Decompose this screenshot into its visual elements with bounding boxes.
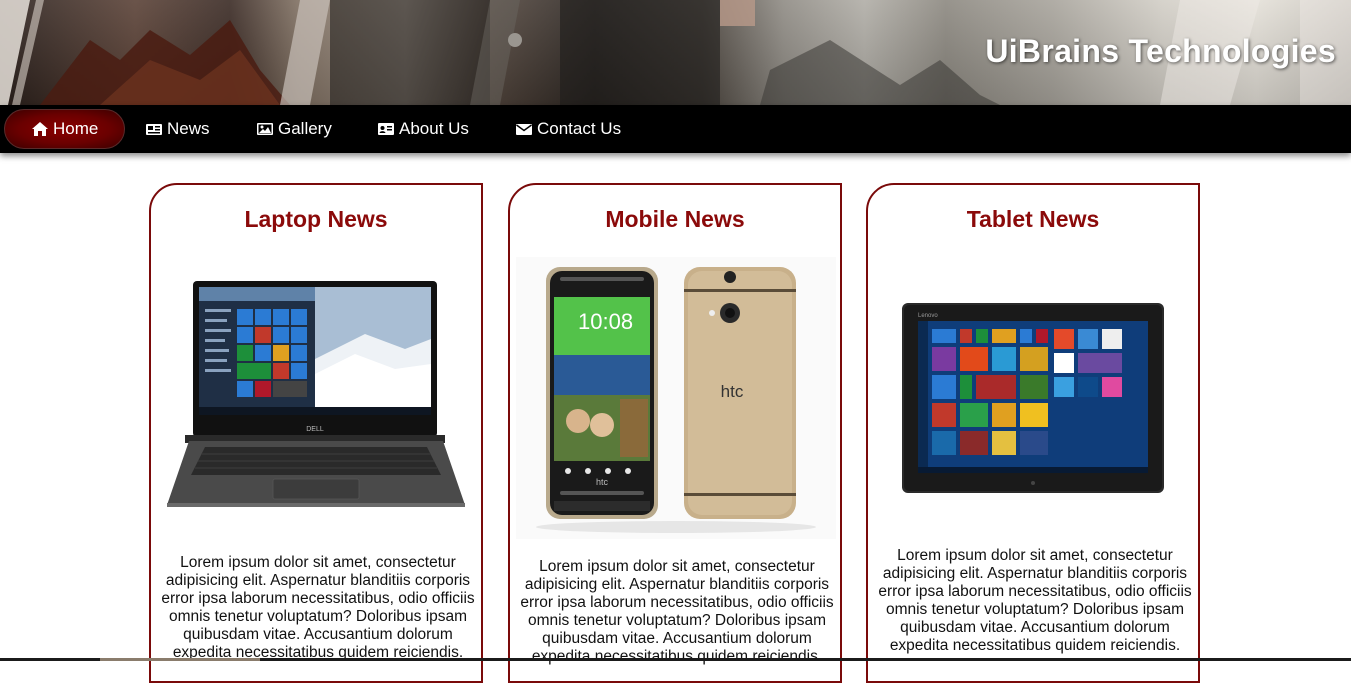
nav-item-label: Contact Us: [537, 119, 622, 138]
phone-brand-logo: htc: [721, 382, 744, 401]
site-title: UiBrains Technologies: [985, 33, 1336, 69]
laptop-image: DELL: [165, 279, 467, 509]
nav-item-label: News: [167, 119, 210, 138]
nav-item-label: Home: [53, 119, 99, 138]
nav-item-about-us[interactable]: About Us: [377, 109, 469, 149]
card-title: Laptop News: [244, 206, 388, 232]
main-navbar: Home News Gallery About Us Contact Us: [0, 105, 1351, 153]
image-icon: [256, 121, 274, 137]
home-icon: [31, 121, 49, 137]
phone-clock-text: 10:08: [578, 309, 633, 334]
nav-item-home[interactable]: Home: [4, 109, 126, 149]
phone-image: 10:08 htc htc: [516, 257, 836, 539]
news-card-laptop: Laptop News DELL Lorem ipsum dolor sit a…: [149, 183, 483, 683]
card-description: Lorem ipsum dolor sit amet, consectetur …: [161, 554, 475, 661]
nav-item-contact-us[interactable]: Contact Us: [515, 109, 621, 149]
header-banner: UiBrains Technologies: [0, 0, 1351, 105]
id-card-icon: [377, 121, 395, 137]
card-title: Tablet News: [966, 206, 1100, 232]
nav-item-label: Gallery: [278, 119, 332, 138]
card-description: Lorem ipsum dolor sit amet, consectetur …: [520, 558, 834, 665]
newspaper-icon: [145, 121, 163, 137]
card-description: Lorem ipsum dolor sit amet, consectetur …: [878, 547, 1192, 654]
laptop-brand-logo: DELL: [306, 426, 324, 433]
news-card-tablet: Tablet News Lenovo Lorem ipsum dolor sit…: [866, 183, 1200, 683]
envelope-icon: [515, 121, 533, 137]
news-card-mobile: Mobile News 10:08 htc htc Lorem ipsum do…: [508, 183, 842, 683]
nav-item-news[interactable]: News: [145, 109, 210, 149]
svg-text:htc: htc: [596, 477, 609, 487]
card-title: Mobile News: [605, 206, 745, 232]
nav-item-gallery[interactable]: Gallery: [256, 109, 332, 149]
tablet-brand-logo: Lenovo: [918, 313, 938, 319]
tablet-image: Lenovo: [902, 303, 1164, 495]
nav-item-label: About Us: [399, 119, 469, 138]
